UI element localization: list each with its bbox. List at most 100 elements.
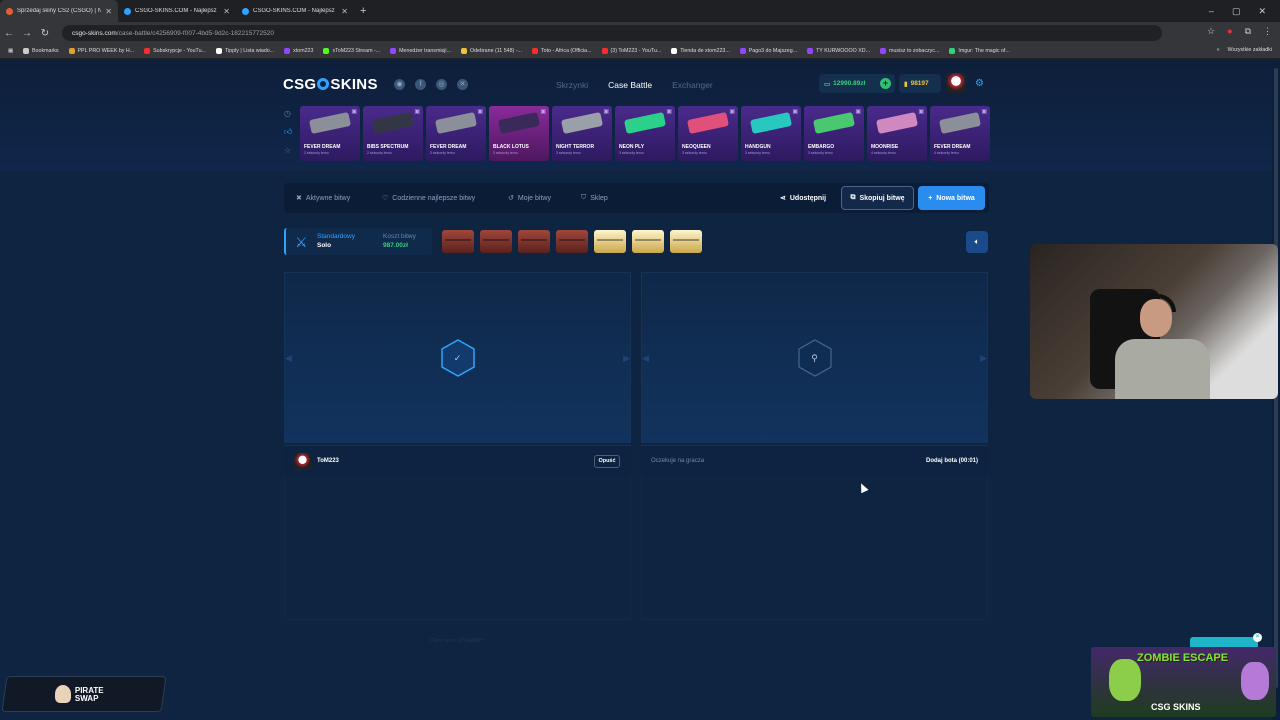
brand-label: CSG SKINS	[1151, 702, 1201, 712]
tab-title: CSGO-SKINS.COM - Najlepsz	[253, 8, 335, 14]
sound-toggle[interactable]: 🔈︎	[966, 231, 988, 253]
maximize-icon[interactable]: ▢	[1232, 6, 1241, 17]
minimize-icon[interactable]: –	[1209, 6, 1214, 16]
bookmark-item[interactable]: Pago3 do Majszeg...	[739, 48, 798, 54]
tab-active-battles[interactable]: ✖ Aktywne bitwy	[296, 194, 350, 203]
clock-icon[interactable]: ◷	[284, 109, 292, 118]
bookmark-favicon	[323, 48, 330, 54]
bookmark-label: Pago3 do Majszeg...	[748, 48, 798, 54]
star-icon[interactable]: ☆	[1207, 26, 1215, 37]
site-logo[interactable]: CSG SKINS	[283, 76, 378, 93]
tab-my-battles[interactable]: ↺ Moje bitwy	[508, 194, 551, 203]
apps-icon[interactable]: ▦	[8, 48, 13, 54]
bookmark-item[interactable]: Toto - Africa (Officia...	[531, 48, 592, 54]
tab-mine-label: Moje bitwy	[517, 194, 551, 202]
deposit-plus-icon[interactable]: +	[880, 78, 891, 89]
window-controls: – ▢ ✕	[1209, 0, 1280, 22]
bookmark-item[interactable]: Imgur: The magic of...	[949, 48, 1010, 54]
drop-card[interactable]: ▣ FEVER DREAM 4 sekundy temu	[930, 106, 990, 161]
url-input[interactable]: csgo-skins.com/case-battle/c4256909-f007…	[62, 25, 1162, 41]
drop-card[interactable]: ▣ NIGHT TERROR 3 sekundy temu	[552, 106, 612, 161]
bookmark-item[interactable]: Menedżer transmisji...	[390, 48, 451, 54]
close-window-icon[interactable]: ✕	[1258, 6, 1266, 17]
balance-badge[interactable]: ▭ 12990.89zł +	[819, 74, 895, 93]
extension-icon[interactable]: ●	[1227, 26, 1232, 37]
drop-card[interactable]: ▣ BLACK LOTUS 3 sekundy temu	[489, 106, 549, 161]
thumbs-up-icon[interactable]: 👍︎	[284, 127, 292, 137]
url-host: csgo-skins.com	[72, 29, 117, 37]
new-battle-button[interactable]: + Nowa bitwa	[918, 186, 985, 210]
bookmark-label: Imgur: The magic of...	[958, 48, 1010, 54]
menu-icon[interactable]: ⋮	[1263, 26, 1272, 37]
case-icon[interactable]	[556, 230, 588, 253]
bookmark-favicon	[390, 48, 397, 54]
star-filter-icon[interactable]: ☆	[284, 146, 292, 155]
browser-actions: ☆ ● ⧉ ⋮	[1207, 26, 1272, 37]
reload-icon[interactable]: ↻	[36, 28, 54, 39]
weapon-icon	[686, 111, 730, 135]
drop-card[interactable]: ▣ EMBARGO 3 sekundy temu	[804, 106, 864, 161]
drop-card[interactable]: ▣ MOONRISE 4 sekundy temu	[867, 106, 927, 161]
drop-card[interactable]: ▣ FEVER DREAM 2 sekundy temu	[426, 106, 486, 161]
bookmark-item[interactable]: Subskrypcje - YouTu...	[144, 48, 206, 54]
bookmark-item[interactable]: musisz to zobaczyc...	[880, 48, 939, 54]
weapon-icon	[938, 111, 982, 135]
coins-value: 98197	[910, 80, 929, 87]
bookmark-item[interactable]: xToM223 Stream -...	[323, 48, 380, 54]
tab-shop-label: Sklep	[590, 194, 608, 202]
bookmark-label: xToM223 Stream -...	[332, 48, 381, 54]
discord-icon[interactable]: ◉	[394, 79, 405, 90]
drop-card[interactable]: ▣ BIBS SPECTRUM 2 sekundy temu	[363, 106, 423, 161]
case-icon[interactable]	[594, 230, 626, 253]
drop-card[interactable]: ▣ NEOQUEEN 3 sekundy temu	[678, 106, 738, 161]
drop-card[interactable]: ▣ FEVER DREAM 2 sekundy temu	[300, 106, 360, 161]
leave-button[interactable]: Opuść	[594, 455, 620, 468]
nav-cases[interactable]: Skrzynki	[556, 80, 588, 90]
new-tab-icon[interactable]: +	[360, 5, 366, 17]
bookmark-item[interactable]: (3) ToM223 - YouTu...	[601, 48, 661, 54]
drop-time: 2 sekundy temu	[304, 151, 329, 155]
browser-tab[interactable]: Sprzedaj skiny CS2 (CSGO) | N ✕	[0, 0, 118, 22]
bookmark-item[interactable]: xtom223	[284, 48, 313, 54]
browser-tab[interactable]: CSGO-SKINS.COM - Najlepsz ✕	[236, 0, 354, 22]
x-icon[interactable]: ✕	[457, 79, 468, 90]
instagram-icon[interactable]: ◎	[436, 79, 447, 90]
drop-card[interactable]: ▣ HANDGUN 3 sekundy temu	[741, 106, 801, 161]
add-bot-button[interactable]: Dodaj bota (00:01)	[926, 458, 978, 464]
drop-name: HANDGUN	[745, 144, 771, 150]
bookmark-item[interactable]: TY KURWOOOO XD...	[807, 48, 870, 54]
more-bookmarks-icon[interactable]: »	[1217, 47, 1220, 53]
close-icon[interactable]: ✕	[341, 7, 348, 16]
close-icon[interactable]: ✕	[223, 7, 230, 16]
browser-tab[interactable]: CSGO-SKINS.COM - Najlepsz ✕	[118, 0, 236, 22]
nav-case-battle[interactable]: Case Battle	[608, 80, 652, 90]
bookmark-item[interactable]: Tienda de xtom223...	[671, 48, 730, 54]
facebook-icon[interactable]: f	[415, 79, 426, 90]
tab-daily-best[interactable]: ♡ Codzienne najlepsze bitwy	[382, 194, 475, 203]
user-icon: ⚲	[811, 352, 818, 363]
pirate-icon	[55, 685, 71, 703]
nav-exchanger[interactable]: Exchanger	[672, 80, 713, 90]
coins-badge[interactable]: ▮ 98197	[899, 74, 941, 93]
bookmark-item[interactable]: Bookmarks	[23, 48, 59, 54]
case-icon[interactable]	[480, 230, 512, 253]
bookmark-item[interactable]: Odebrane (11 548) -...	[460, 48, 522, 54]
drop-card[interactable]: ▣ NEON PLY 3 sekundy temu	[615, 106, 675, 161]
puzzle-icon[interactable]: ⧉	[1245, 26, 1251, 37]
bookmark-item[interactable]: Tipply | Lista wiado...	[215, 48, 274, 54]
share-button[interactable]: ⋖ Udostępnij	[780, 194, 826, 202]
close-icon[interactable]: ✕	[105, 7, 112, 16]
case-icon[interactable]	[670, 230, 702, 253]
gear-icon[interactable]: ⚙	[975, 78, 984, 89]
case-icon[interactable]	[442, 230, 474, 253]
user-avatar[interactable]	[946, 73, 966, 93]
copy-battle-button[interactable]: ⧉ Skopiuj bitwę	[841, 186, 914, 210]
tab-shop[interactable]: ⛉ Sklep	[581, 194, 608, 202]
bookmark-item[interactable]: PPL PRO WEEK by H...	[68, 48, 134, 54]
forward-icon[interactable]: →	[18, 28, 36, 39]
bookmark-favicon	[739, 48, 746, 54]
case-icon[interactable]	[518, 230, 550, 253]
all-bookmarks[interactable]: Wszystkie zakładki	[1228, 47, 1272, 53]
back-icon[interactable]: ←	[0, 28, 18, 39]
case-icon[interactable]	[632, 230, 664, 253]
